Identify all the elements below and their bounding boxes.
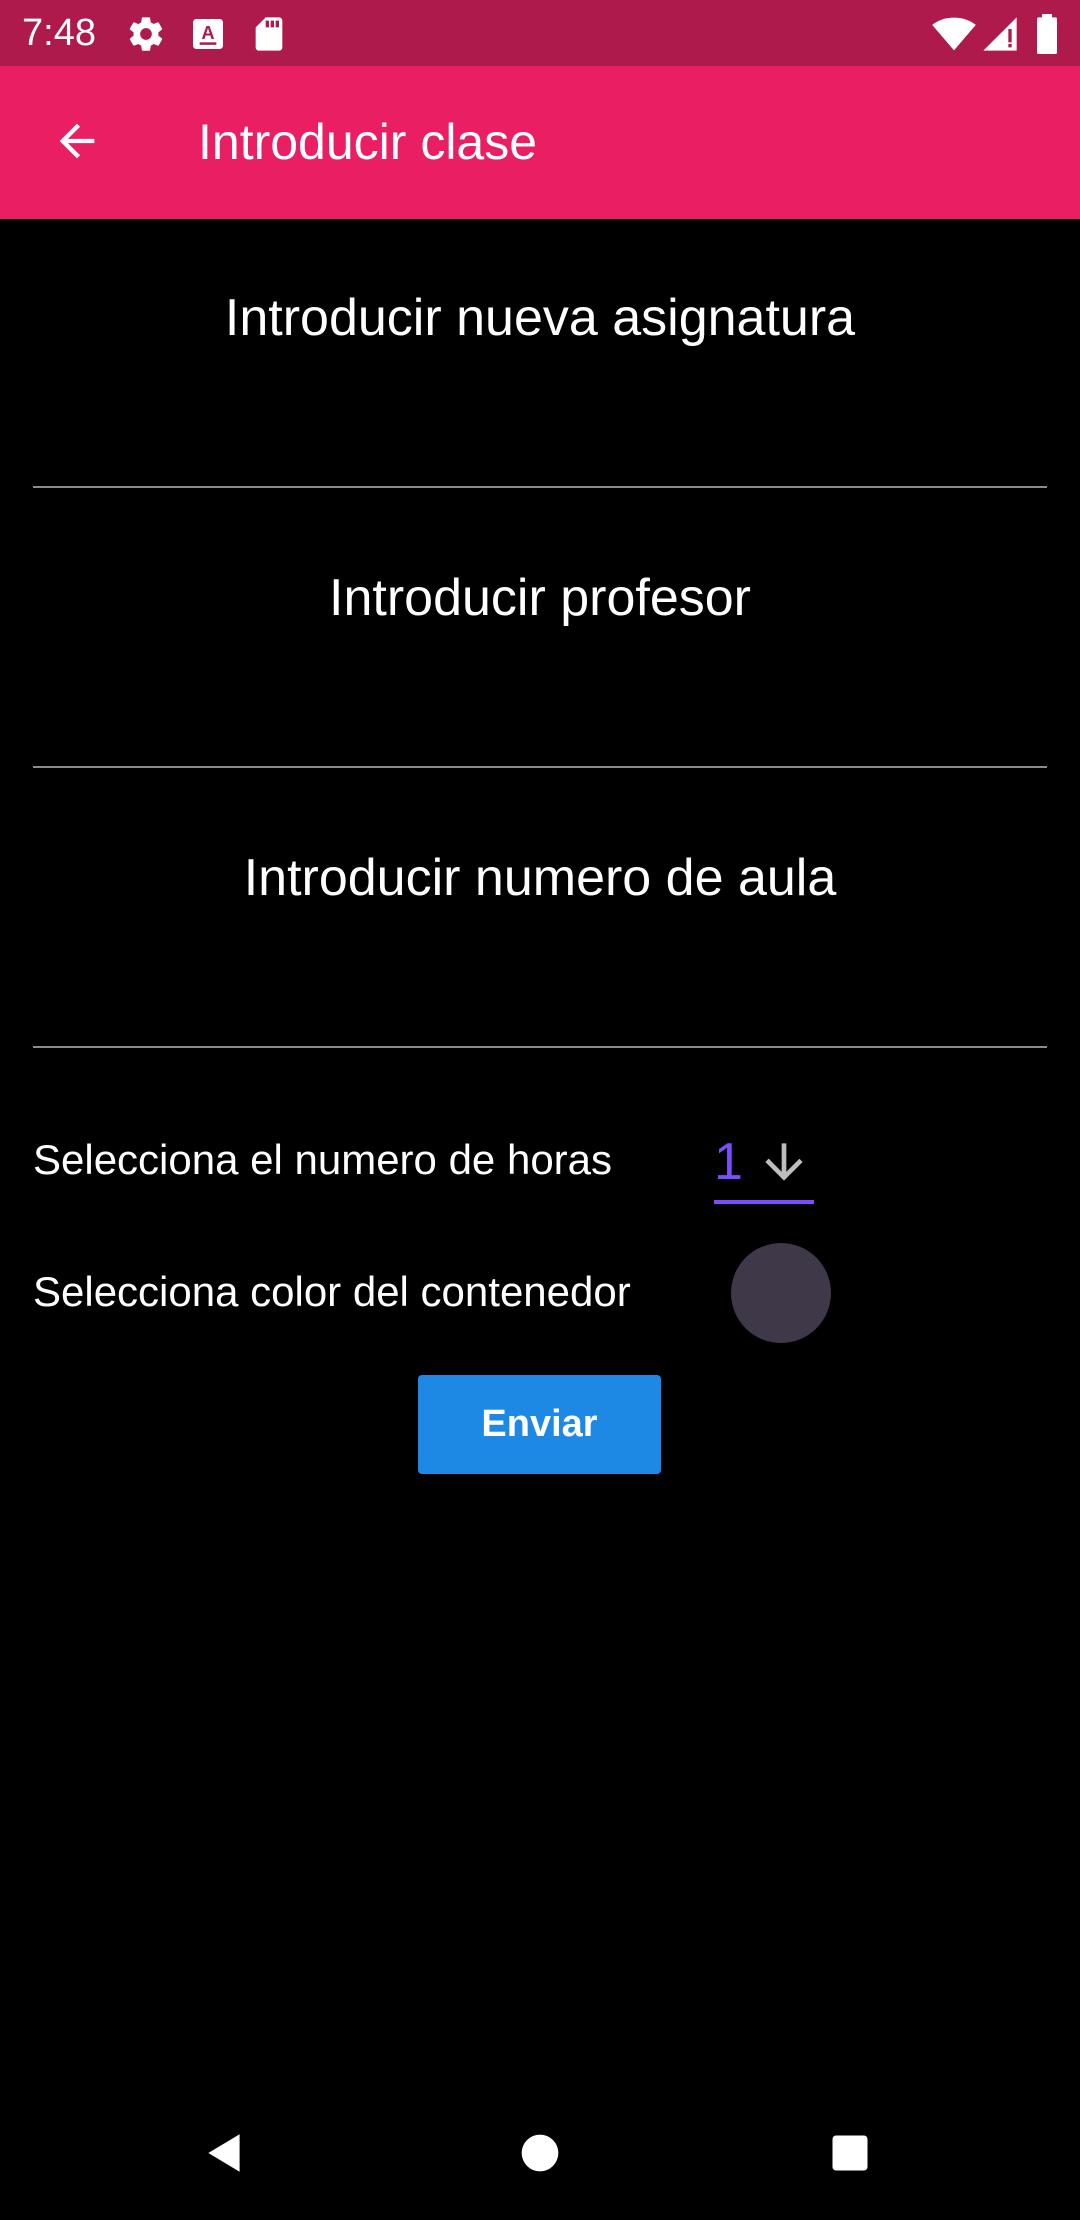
classroom-input[interactable] xyxy=(33,946,1051,1048)
hours-dropdown[interactable]: 1 xyxy=(714,1128,814,1204)
status-time: 7:48 xyxy=(22,12,96,54)
teacher-input[interactable] xyxy=(33,666,1051,768)
arrow-back-icon xyxy=(51,115,103,172)
classroom-input-underline xyxy=(33,1046,1047,1048)
app-bar: Introducir clase xyxy=(0,66,1080,219)
back-triangle-icon xyxy=(200,2128,250,2183)
recents-square-icon xyxy=(829,2132,871,2179)
navigation-bar xyxy=(0,2090,1080,2220)
teacher-field: Introducir profesor xyxy=(33,556,1051,836)
hours-dropdown-underline xyxy=(714,1200,814,1204)
battery-icon xyxy=(1032,14,1072,54)
back-button[interactable] xyxy=(38,104,116,182)
send-button[interactable]: Enviar xyxy=(418,1375,661,1474)
subject-field: Introducir nueva asignatura xyxy=(33,276,1051,556)
classroom-field: Introducir numero de aula xyxy=(33,836,1051,1116)
hours-label: Selecciona el numero de horas xyxy=(33,1136,613,1183)
teacher-input-underline xyxy=(33,766,1047,768)
page-title: Introducir clase xyxy=(198,114,538,170)
nav-recents-button[interactable] xyxy=(815,2120,885,2190)
hours-selected-value: 1 xyxy=(714,1133,743,1191)
subject-input[interactable] xyxy=(33,386,1051,488)
subject-field-label: Introducir nueva asignatura xyxy=(224,289,856,347)
settings-icon xyxy=(126,14,166,54)
home-circle-icon xyxy=(518,2131,562,2180)
arrow-down-icon xyxy=(756,1134,812,1190)
status-bar: 7:48 A xyxy=(0,0,1080,66)
sd-card-icon xyxy=(249,14,289,54)
nav-back-button[interactable] xyxy=(190,2120,260,2190)
wifi-icon xyxy=(932,14,976,54)
keyboard-a-icon: A xyxy=(188,14,228,54)
signal-icon xyxy=(980,14,1020,54)
nav-home-button[interactable] xyxy=(505,2120,575,2190)
container-color-swatch[interactable] xyxy=(731,1243,831,1343)
container-color-label: Selecciona color del contenedor xyxy=(33,1268,631,1315)
subject-input-underline xyxy=(33,486,1047,488)
classroom-field-label: Introducir numero de aula xyxy=(243,849,837,907)
svg-text:A: A xyxy=(201,22,214,43)
teacher-field-label: Introducir profesor xyxy=(329,569,751,627)
